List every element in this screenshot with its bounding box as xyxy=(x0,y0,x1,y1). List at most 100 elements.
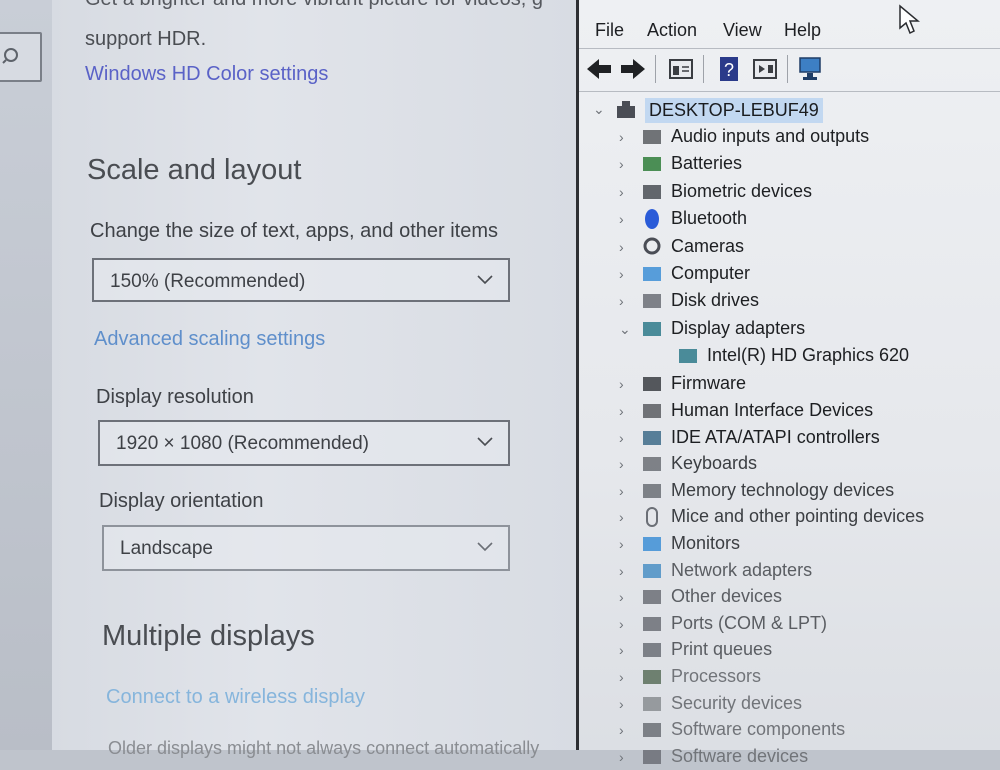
tree-item-label: Display adapters xyxy=(671,317,806,338)
tree-item-label: Audio inputs and outputs xyxy=(671,126,870,146)
chevron-right-icon[interactable]: › xyxy=(619,403,624,419)
wireless-display-link[interactable]: Connect to a wireless display xyxy=(106,686,365,709)
tree-item-label: Software devices xyxy=(671,745,809,766)
tree-item-label: Batteries xyxy=(671,153,743,174)
tree-item-label: Disk drives xyxy=(671,290,760,311)
toolbar-separator xyxy=(787,55,788,83)
orientation-value: Landscape xyxy=(120,538,213,559)
search-button[interactable] xyxy=(0,32,42,82)
menu-file[interactable]: File xyxy=(595,20,624,41)
tree-item-label: IDE ATA/ATAPI controllers xyxy=(671,426,880,447)
menu-bar: File Action View Help xyxy=(579,0,1000,48)
memory-icon xyxy=(643,483,661,498)
resolution-label: Display resolution xyxy=(96,386,254,408)
scale-layout-heading: Scale and layout xyxy=(87,154,302,186)
chevron-right-icon[interactable]: › xyxy=(619,563,624,579)
menu-action[interactable]: Action xyxy=(647,20,697,41)
properties-icon[interactable] xyxy=(667,55,695,83)
tree-item-label: Network adapters xyxy=(671,559,813,580)
device-tree: ⌄ DESKTOP-LEBUF49 › Audio inputs and outp… xyxy=(579,92,1000,766)
chevron-right-icon[interactable]: › xyxy=(619,129,624,145)
tree-item-label: Software components xyxy=(671,719,846,740)
scan-hardware-icon[interactable] xyxy=(797,55,825,83)
tree-item-label: Security devices xyxy=(671,692,803,713)
chevron-right-icon[interactable]: › xyxy=(619,430,624,446)
chevron-down-icon xyxy=(477,275,493,285)
chevron-right-icon[interactable]: › xyxy=(619,642,624,658)
menu-view[interactable]: View xyxy=(723,20,762,41)
tree-item-label: Keyboards xyxy=(671,453,758,474)
software-icon xyxy=(643,723,661,738)
advanced-scaling-link[interactable]: Advanced scaling settings xyxy=(94,328,325,351)
tree-item-label: Cameras xyxy=(671,235,745,256)
chevron-down-icon[interactable]: ⌄ xyxy=(593,101,605,118)
clipped-bottom-text: Older displays might not always connect … xyxy=(108,738,540,758)
chevron-down-icon xyxy=(477,542,493,552)
tree-item-label: Mice and other pointing devices xyxy=(671,506,925,527)
chevron-right-icon[interactable]: › xyxy=(619,456,624,472)
chevron-right-icon[interactable]: › xyxy=(619,722,624,738)
scale-dropdown[interactable]: 150% (Recommended) xyxy=(92,258,510,302)
display-adapter-icon xyxy=(643,321,661,336)
display-adapter-icon xyxy=(679,349,697,364)
left-strip xyxy=(0,0,52,750)
chevron-right-icon[interactable]: › xyxy=(619,376,624,392)
chevron-right-icon[interactable]: › xyxy=(619,266,624,282)
resolution-dropdown[interactable]: 1920 × 1080 (Recommended) xyxy=(98,420,510,466)
chevron-right-icon[interactable]: › xyxy=(619,589,624,605)
chevron-right-icon[interactable]: › xyxy=(619,749,624,765)
chevron-right-icon[interactable]: › xyxy=(619,696,624,712)
display-settings-panel: Get a brighter and more vibrant picture … xyxy=(52,0,580,758)
tree-item-label: Bluetooth xyxy=(671,208,748,229)
chevron-right-icon[interactable]: › xyxy=(619,293,624,309)
chevron-right-icon[interactable]: › xyxy=(619,239,624,255)
tree-item-label: Other devices xyxy=(671,586,783,607)
speaker-icon xyxy=(643,130,661,144)
monitor-icon xyxy=(643,537,661,551)
chevron-right-icon[interactable]: › xyxy=(619,211,624,227)
chevron-right-icon[interactable]: › xyxy=(619,509,624,525)
keyboard-icon xyxy=(643,457,661,472)
computer-root-icon xyxy=(617,101,635,118)
battery-icon xyxy=(643,157,661,172)
orientation-dropdown[interactable]: Landscape xyxy=(102,525,510,571)
tree-item-label: Memory technology devices xyxy=(671,479,895,500)
forward-arrow-icon[interactable] xyxy=(619,55,647,83)
chevron-right-icon[interactable]: › xyxy=(619,156,624,172)
chevron-right-icon[interactable]: › xyxy=(619,184,624,200)
mouse-icon xyxy=(646,507,658,528)
update-driver-icon[interactable] xyxy=(751,55,779,83)
printer-icon xyxy=(643,643,661,658)
resolution-value: 1920 × 1080 (Recommended) xyxy=(116,433,369,454)
software-icon xyxy=(643,749,661,764)
svg-text:?: ? xyxy=(724,60,734,80)
camera-icon xyxy=(643,237,661,255)
chevron-down-icon xyxy=(477,437,493,447)
windows-hd-color-link[interactable]: Windows HD Color settings xyxy=(85,63,328,86)
other-devices-icon xyxy=(643,590,661,605)
security-icon xyxy=(643,696,661,711)
search-icon xyxy=(2,48,18,64)
network-icon xyxy=(643,563,661,578)
hid-icon xyxy=(643,404,661,418)
chevron-down-icon[interactable]: ⌄ xyxy=(619,321,631,338)
tree-item-label: Human Interface Devices xyxy=(671,400,874,420)
orientation-label: Display orientation xyxy=(99,490,264,512)
disk-icon xyxy=(643,294,661,309)
multiple-displays-heading: Multiple displays xyxy=(102,620,315,652)
help-icon[interactable]: ? xyxy=(715,55,743,83)
fingerprint-icon xyxy=(643,184,661,199)
chevron-right-icon[interactable]: › xyxy=(619,536,624,552)
port-icon xyxy=(643,616,661,631)
ide-icon xyxy=(643,430,661,445)
toolbar: ? xyxy=(579,48,1000,92)
chevron-right-icon[interactable]: › xyxy=(619,669,624,685)
tree-item-label: Print queues xyxy=(671,639,773,660)
chevron-right-icon[interactable]: › xyxy=(619,483,624,499)
menu-help[interactable]: Help xyxy=(784,20,821,41)
tree-item-label: Computer xyxy=(671,263,751,283)
chevron-right-icon[interactable]: › xyxy=(619,616,624,632)
back-arrow-icon[interactable] xyxy=(585,55,613,83)
firmware-icon xyxy=(643,376,661,391)
tree-item-label: Intel(R) HD Graphics 620 xyxy=(707,345,910,366)
